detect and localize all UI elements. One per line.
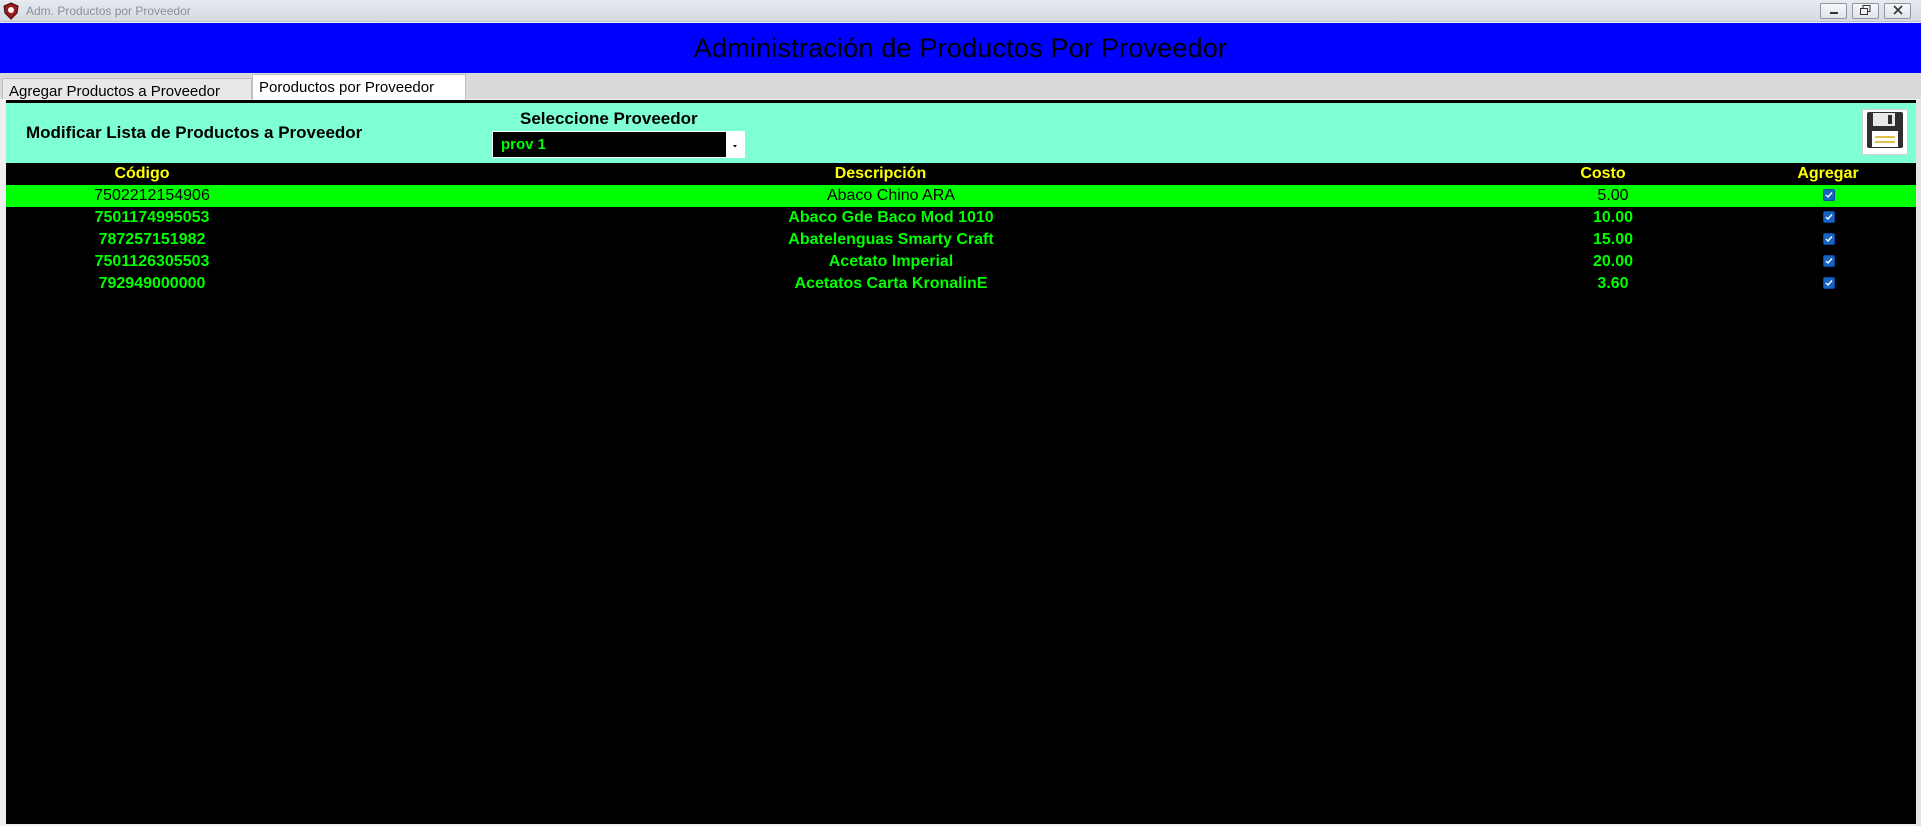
checkmark-icon: [1825, 235, 1833, 242]
cell-codigo: 792949000000: [98, 275, 206, 292]
cell-agregar: [1742, 207, 1916, 229]
agregar-checkbox[interactable]: [1823, 188, 1835, 201]
section-title: Modificar Lista de Productos a Proveedor: [26, 123, 363, 142]
window-titlebar: Adm. Productos por Proveedor: [0, 0, 1921, 22]
grid-header: Código Descripción Costo Agregar: [6, 163, 1916, 185]
agregar-checkbox[interactable]: [1823, 254, 1835, 267]
restore-button[interactable]: [1852, 3, 1879, 19]
cell-costo: 20.00: [1592, 253, 1634, 270]
checkmark-icon: [1825, 191, 1833, 198]
cell-costo: 5.00: [1597, 187, 1629, 204]
tab-strip: Agregar Productos a Proveedor Poroductos…: [0, 73, 1921, 100]
toolbar-panel: Modificar Lista de Productos a Proveedor…: [6, 103, 1916, 163]
column-header-costo[interactable]: Costo: [1483, 163, 1723, 185]
close-button[interactable]: [1884, 3, 1911, 19]
table-row[interactable]: 792949000000 Acetatos Carta KronalinE 3.…: [6, 273, 1916, 295]
cell-codigo: 7501126305503: [94, 253, 210, 270]
cell-codigo: 787257151982: [98, 231, 206, 248]
cell-costo: 3.60: [1597, 275, 1629, 292]
cell-descripcion: Acetatos Carta KronalinE: [794, 275, 988, 292]
cell-costo: 10.00: [1592, 209, 1634, 226]
window-title: Adm. Productos por Proveedor: [26, 4, 191, 18]
checkmark-icon: [1825, 279, 1833, 286]
restore-icon: [1860, 2, 1871, 20]
table-row[interactable]: 787257151982 Abatelenguas Smarty Craft 1…: [6, 229, 1916, 251]
tab-productos-por-proveedor[interactable]: Poroductos por Proveedor: [252, 74, 466, 100]
cell-descripcion: Abaco Chino ARA: [826, 187, 956, 204]
cell-agregar: [1742, 273, 1916, 295]
app-shield-icon[interactable]: [2, 2, 20, 20]
column-header-codigo[interactable]: Código: [6, 163, 278, 185]
header-banner: Administración de Productos Por Proveedo…: [0, 23, 1921, 73]
dropdown-button[interactable]: [726, 132, 744, 157]
chevron-down-icon: [731, 136, 739, 154]
table-row[interactable]: 7502212154906 Abaco Chino ARA 5.00: [6, 185, 1916, 207]
page-title: Administración de Productos Por Proveedo…: [693, 32, 1228, 63]
minimize-button[interactable]: [1820, 3, 1847, 19]
cell-descripcion: Abatelenguas Smarty Craft: [788, 231, 994, 248]
cell-codigo: 7502212154906: [94, 187, 210, 204]
save-button[interactable]: [1862, 109, 1908, 155]
agregar-checkbox[interactable]: [1823, 210, 1835, 223]
provider-select-value: prov 1: [501, 136, 547, 153]
agregar-checkbox[interactable]: [1823, 232, 1835, 245]
cell-costo: 15.00: [1592, 231, 1634, 248]
close-icon: [1892, 2, 1903, 20]
minimize-icon: [1829, 2, 1839, 20]
cell-descripcion: Acetato Imperial: [828, 253, 954, 270]
cell-codigo: 7501174995053: [94, 209, 210, 226]
table-row[interactable]: 7501126305503 Acetato Imperial 20.00: [6, 251, 1916, 273]
cell-descripcion: Abaco Gde Baco Mod 1010: [788, 209, 994, 226]
checkmark-icon: [1825, 257, 1833, 264]
cell-agregar: [1742, 185, 1916, 207]
tab-agregar-productos[interactable]: Agregar Productos a Proveedor: [2, 78, 252, 100]
table-row[interactable]: 7501174995053 Abaco Gde Baco Mod 1010 10…: [6, 207, 1916, 229]
products-grid[interactable]: Código Descripción Costo Agregar 7502212…: [6, 163, 1916, 295]
cell-agregar: [1742, 251, 1916, 273]
checkmark-icon: [1825, 213, 1833, 220]
floppy-disk-icon: [1865, 110, 1905, 155]
column-header-agregar[interactable]: Agregar: [1723, 163, 1921, 185]
provider-select[interactable]: prov 1: [492, 131, 745, 158]
column-header-descripcion[interactable]: Descripción: [278, 163, 1483, 185]
provider-selector-label: Seleccione Proveedor: [520, 109, 698, 128]
window-border: [1916, 100, 1921, 826]
agregar-checkbox[interactable]: [1823, 276, 1835, 289]
cell-agregar: [1742, 229, 1916, 251]
